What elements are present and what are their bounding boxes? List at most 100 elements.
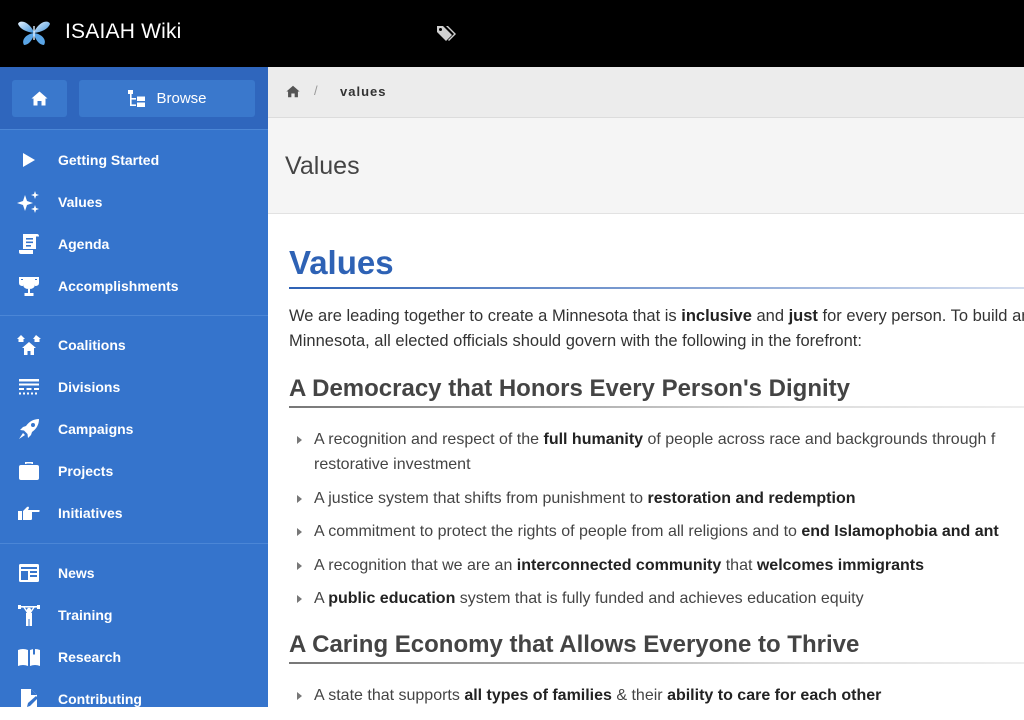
sidebar-item-campaigns[interactable]: Campaigns xyxy=(0,408,268,450)
sparkles-icon xyxy=(17,191,39,213)
sidebar-item-coalitions[interactable]: Coalitions xyxy=(0,324,268,366)
section-rule xyxy=(289,406,1024,408)
values-list: A recognition and respect of the full hu… xyxy=(289,427,1024,620)
text: A commitment to protect the rights of pe… xyxy=(314,523,802,540)
values-list: A state that supports all types of famil… xyxy=(289,683,1024,717)
caret-right-icon xyxy=(297,561,302,570)
divisions-icon xyxy=(19,379,39,395)
text: A xyxy=(314,590,329,607)
text: of people across race and backgrounds th… xyxy=(643,431,996,448)
sidebar-item-label: Values xyxy=(58,194,103,210)
app-title[interactable]: ISAIAH Wiki xyxy=(65,20,182,44)
scroll-icon xyxy=(19,234,39,254)
text: & their xyxy=(611,687,668,704)
emphasis-text: welcomes immigrants xyxy=(756,556,925,574)
briefcase-icon xyxy=(19,462,39,480)
list-item: A state that supports all types of famil… xyxy=(289,683,1024,708)
sidebar-item-agenda[interactable]: Agenda xyxy=(0,223,268,265)
book-open-icon xyxy=(18,648,40,666)
breadcrumb: / values xyxy=(268,67,1024,118)
section-rule xyxy=(289,662,1024,664)
browse-label: Browse xyxy=(156,90,207,107)
nav-group-organizing: Coalitions Divisions Campaigns Projects … xyxy=(0,324,268,534)
sidebar-item-values[interactable]: Values xyxy=(0,181,268,223)
sidebar-toolbar: Browse xyxy=(0,67,268,130)
caret-right-icon xyxy=(297,494,302,503)
houses-icon xyxy=(17,335,41,355)
caret-right-icon xyxy=(297,692,302,700)
sidebar-item-label: Contributing xyxy=(58,691,142,707)
list-item: A recognition and respect of the full hu… xyxy=(289,427,1024,477)
rocket-icon xyxy=(19,419,39,439)
top-navbar: ISAIAH Wiki xyxy=(0,0,1024,67)
trophy-icon xyxy=(19,277,39,296)
text: that xyxy=(721,556,757,574)
page-header: Values xyxy=(268,118,1024,214)
emphasis-text: public education xyxy=(328,590,456,607)
home-icon xyxy=(31,91,48,106)
emphasis-text: just xyxy=(788,307,818,325)
sidebar-item-label: News xyxy=(58,565,95,581)
sidebar-item-getting-started[interactable]: Getting Started xyxy=(0,139,268,181)
text: restorative investment xyxy=(314,456,471,473)
emphasis-text: full humanity xyxy=(543,431,644,448)
sidebar-item-label: Training xyxy=(58,607,113,623)
caret-right-icon xyxy=(297,436,302,444)
home-button[interactable] xyxy=(12,80,67,117)
nav-group-resources: News Training Research Contributing xyxy=(0,552,268,720)
intro-line-1: We are leading together to create a Minn… xyxy=(289,304,1024,329)
sidebar-item-initiatives[interactable]: Initiatives xyxy=(0,492,268,534)
nav-group-main: Getting Started Values Agenda Accomplish… xyxy=(0,139,268,307)
text: system that is fully funded and achieves… xyxy=(455,590,864,607)
sidebar: Browse Getting Started Values Agenda Acc… xyxy=(0,67,268,709)
list-item: A recognition that we are an interconnec… xyxy=(289,553,1024,578)
text: A recognition and respect of the xyxy=(314,431,544,448)
sidebar-item-label: Accomplishments xyxy=(58,278,179,294)
sidebar-item-news[interactable]: News xyxy=(0,552,268,594)
sidebar-item-label: Campaigns xyxy=(58,421,134,437)
intro-paragraph: We are leading together to create a Minn… xyxy=(289,304,1024,354)
sidebar-item-contributing[interactable]: Contributing xyxy=(0,678,268,720)
section-heading: A Caring Economy that Allows Everyone to… xyxy=(289,631,860,658)
list-item: A public education system that is fully … xyxy=(289,586,1024,611)
text: A justice system that shifts from punish… xyxy=(314,489,648,507)
sitemap-icon xyxy=(128,89,146,107)
play-icon xyxy=(23,153,35,167)
tags-icon[interactable] xyxy=(436,24,458,44)
emphasis-text: end Islamophobia and ant xyxy=(801,523,999,540)
text: for every person. To build an xyxy=(817,307,1024,325)
sidebar-item-label: Initiatives xyxy=(58,505,123,521)
browse-button[interactable]: Browse xyxy=(79,80,255,117)
sidebar-item-label: Projects xyxy=(58,463,114,479)
sidebar-item-projects[interactable]: Projects xyxy=(0,450,268,492)
text: A recognition that we are an xyxy=(314,556,517,574)
article-heading: Values xyxy=(289,244,394,281)
sidebar-divider xyxy=(0,315,268,316)
caret-right-icon xyxy=(297,528,302,536)
butterfly-logo-icon[interactable] xyxy=(16,18,52,48)
newspaper-icon xyxy=(19,564,39,582)
text: A state that supports xyxy=(314,687,465,704)
sidebar-item-divisions[interactable]: Divisions xyxy=(0,366,268,408)
sidebar-item-label: Divisions xyxy=(58,379,121,395)
sidebar-item-label: Getting Started xyxy=(58,152,160,168)
breadcrumb-current: values xyxy=(340,84,387,99)
text: We are leading together to create a Minn… xyxy=(289,307,682,325)
emphasis-text: restoration and redemption xyxy=(647,489,856,507)
sidebar-item-label: Research xyxy=(58,649,122,665)
section-heading: A Democracy that Honors Every Person's D… xyxy=(289,375,850,402)
emphasis-text: all types of families xyxy=(464,687,612,704)
sidebar-item-label: Agenda xyxy=(58,236,110,252)
caret-right-icon xyxy=(297,595,302,603)
sidebar-item-research[interactable]: Research xyxy=(0,636,268,678)
text: and xyxy=(751,307,789,325)
list-item: A commitment to protect the rights of pe… xyxy=(289,519,1024,544)
list-item: A justice system that shifts from punish… xyxy=(289,486,1024,511)
breadcrumb-home-icon[interactable] xyxy=(286,85,300,98)
intro-line-2: Minnesota, all elected officials should … xyxy=(289,332,862,350)
hand-pointing-icon xyxy=(18,506,40,520)
weightlifter-icon xyxy=(18,605,40,626)
sidebar-item-accomplishments[interactable]: Accomplishments xyxy=(0,265,268,307)
sidebar-item-training[interactable]: Training xyxy=(0,594,268,636)
emphasis-text: interconnected community xyxy=(516,556,722,574)
